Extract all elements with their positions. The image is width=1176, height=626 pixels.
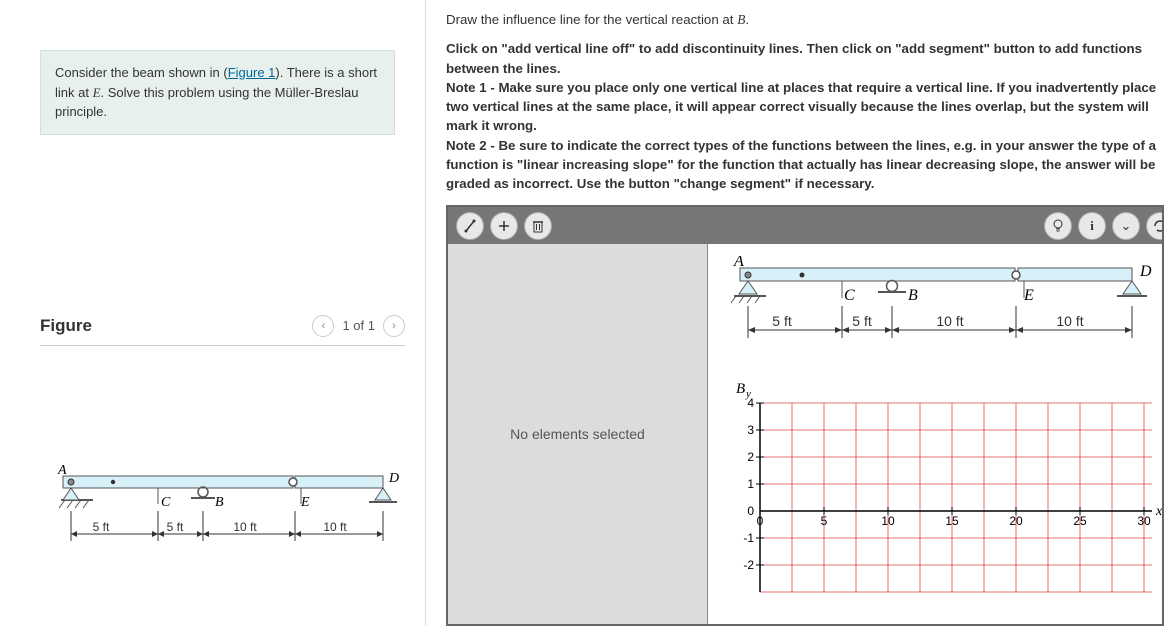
svg-text:B: B	[215, 495, 224, 510]
info-button[interactable]: i	[1078, 212, 1106, 240]
lightbulb-icon	[1052, 219, 1064, 233]
beam-figure: A C B E D 5 ft	[40, 456, 405, 566]
svg-text:4: 4	[747, 396, 754, 410]
instr-note2: Note 2 - Be sure to indicate the correct…	[446, 138, 1156, 192]
svg-text:-1: -1	[743, 531, 754, 545]
svg-text:5: 5	[821, 514, 828, 528]
selection-panel: No elements selected	[448, 244, 708, 624]
no-selection-text: No elements selected	[510, 426, 645, 442]
svg-text:0: 0	[757, 514, 764, 528]
figure-link[interactable]: Figure 1	[228, 65, 276, 80]
svg-text:x: x	[1155, 504, 1162, 519]
refresh-icon	[1153, 219, 1164, 233]
plot-beam-diagram: A C B E D 5 ft	[722, 256, 1162, 369]
right-pane: Draw the influence line for the vertical…	[426, 0, 1176, 626]
delete-button[interactable]	[524, 212, 552, 240]
instr-line2: Click on "add vertical line off" to add …	[446, 41, 1142, 75]
svg-text:5 ft: 5 ft	[772, 313, 792, 329]
figure-counter: 1 of 1	[342, 318, 375, 333]
svg-text:20: 20	[1009, 514, 1023, 528]
svg-text:2: 2	[747, 450, 754, 464]
svg-text:C: C	[844, 287, 855, 304]
dropdown-button[interactable]: ⌄	[1112, 212, 1140, 240]
instr-line1-post: .	[745, 12, 749, 27]
figure-title: Figure	[40, 316, 92, 336]
add-segment-button[interactable]	[490, 212, 518, 240]
svg-text:15: 15	[945, 514, 959, 528]
svg-text:3: 3	[747, 423, 754, 437]
left-pane: Consider the beam shown in (Figure 1). T…	[0, 0, 426, 626]
svg-text:A: A	[733, 256, 744, 270]
influence-line-chart[interactable]: B y	[722, 381, 1162, 624]
svg-text:E: E	[1023, 287, 1034, 304]
svg-text:B: B	[908, 287, 918, 304]
svg-text:10: 10	[881, 514, 895, 528]
problem-var-E: E	[93, 85, 101, 100]
svg-text:10 ft: 10 ft	[936, 313, 963, 329]
svg-text:D: D	[1139, 263, 1152, 280]
svg-text:5 ft: 5 ft	[92, 520, 109, 534]
svg-text:0: 0	[747, 504, 754, 518]
figure-section: Figure ‹ 1 of 1 ›	[0, 315, 425, 566]
svg-text:10 ft: 10 ft	[1056, 313, 1083, 329]
plot-area[interactable]: A C B E D 5 ft	[708, 244, 1162, 624]
editor-toolbar: i ⌄	[448, 207, 1162, 244]
svg-text:C: C	[161, 495, 171, 510]
instr-note1: Note 1 - Make sure you place only one ve…	[446, 80, 1156, 134]
svg-text:A: A	[57, 463, 67, 478]
svg-text:5 ft: 5 ft	[852, 313, 872, 329]
svg-text:10 ft: 10 ft	[323, 520, 347, 534]
instructions: Draw the influence line for the vertical…	[446, 10, 1164, 193]
figure-next-button[interactable]: ›	[383, 315, 405, 337]
svg-text:1: 1	[747, 477, 754, 491]
problem-text-1: Consider the beam shown in (	[55, 65, 228, 80]
figure-prev-button[interactable]: ‹	[312, 315, 334, 337]
problem-text-3: . Solve this problem using the Müller-Br…	[55, 85, 358, 120]
add-vertical-line-button[interactable]	[456, 212, 484, 240]
svg-text:D: D	[388, 471, 399, 486]
refresh-button[interactable]	[1146, 212, 1164, 240]
problem-statement: Consider the beam shown in (Figure 1). T…	[40, 50, 395, 135]
svg-text:30: 30	[1137, 514, 1151, 528]
svg-text:B: B	[736, 381, 745, 397]
instr-line1-pre: Draw the influence line for the vertical…	[446, 12, 737, 27]
figure-nav: ‹ 1 of 1 ›	[312, 315, 405, 337]
svg-text:10 ft: 10 ft	[233, 520, 257, 534]
info-icon: i	[1090, 218, 1094, 234]
svg-text:25: 25	[1073, 514, 1087, 528]
svg-text:5 ft: 5 ft	[166, 520, 183, 534]
graph-editor: i ⌄ No elements selected	[446, 205, 1164, 626]
hint-button[interactable]	[1044, 212, 1072, 240]
chevron-down-icon: ⌄	[1121, 218, 1132, 234]
svg-text:-2: -2	[743, 558, 754, 572]
